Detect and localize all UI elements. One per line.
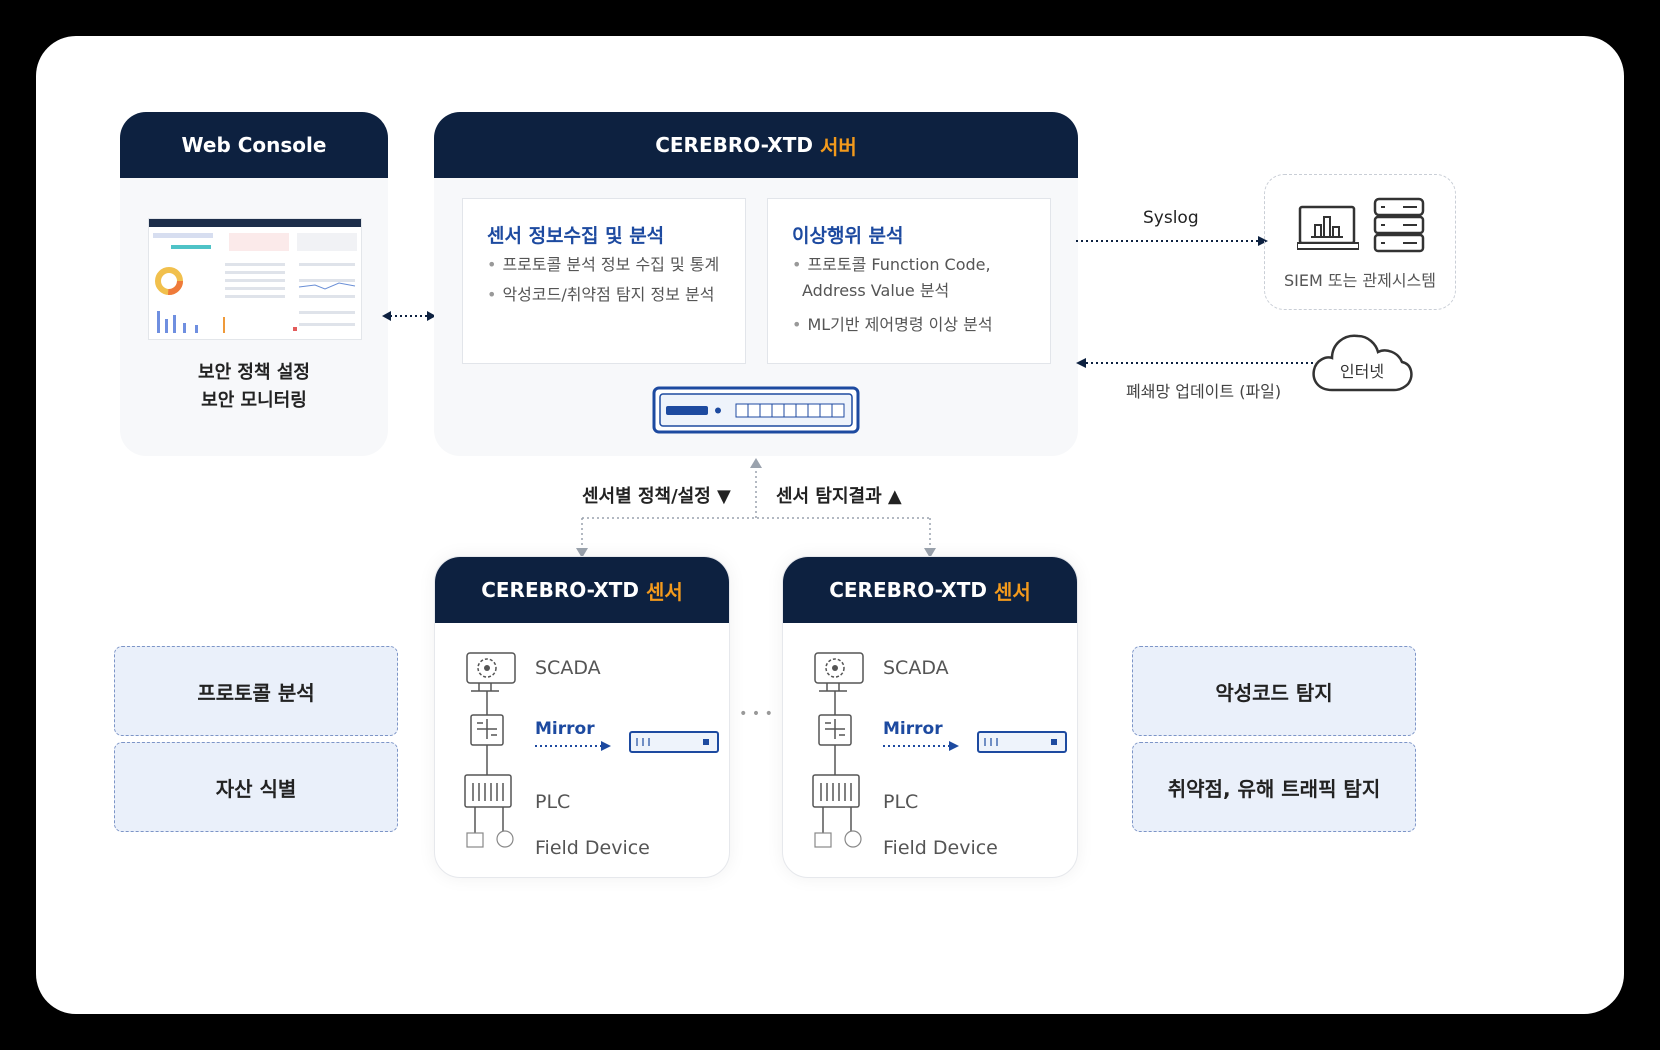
sensor-2-plc-label: PLC (883, 791, 919, 813)
sensor-info-card-title: 센서 정보수집 및 분석 (487, 225, 665, 247)
offline-update-arrow (1076, 358, 1316, 368)
policy-config-flow-label: 센서별 정책/설정 ▼ (582, 486, 731, 507)
dashboard-thumbnail (148, 218, 362, 340)
web-console-caption-policy: 보안 정책 설정 (198, 362, 310, 383)
syslog-arrow (1076, 236, 1268, 246)
anomaly-card-title: 이상행위 분석 (792, 225, 904, 247)
sensor-2-title: CEREBRO-XTD 센서 (783, 557, 1077, 623)
sensor-1-device-chain (464, 652, 516, 848)
more-sensors-ellipsis: • • • (739, 706, 773, 722)
monitor-chart-icon (1297, 205, 1359, 250)
feature-protocol-analysis: 프로토콜 분석 (114, 646, 398, 736)
sensor-2-scada-label: SCADA (883, 657, 949, 679)
web-console-panel: Web Console 보안 정책 설정 보안 모니터링 (120, 112, 388, 456)
server-title: CEREBRO-XTD 서버 (434, 112, 1078, 178)
feature-vuln-traffic-detection: 취약점, 유해 트래픽 탐지 (1132, 742, 1416, 832)
diagram-frame: Web Console 보안 정책 설정 보안 모니터링 CEREBRO-XTD… (36, 36, 1624, 1014)
siem-label: SIEM 또는 관제시스템 (1283, 271, 1436, 290)
anomaly-bullet-2: • ML기반 제어명령 이상 분석 (792, 315, 993, 334)
internet-label: 인터넷 (1339, 362, 1385, 381)
web-console-caption-monitoring: 보안 모니터링 (201, 390, 307, 411)
sensor-2-title-main: CEREBRO-XTD (829, 578, 987, 602)
offline-update-label: 폐쇄망 업데이트 (파일) (1126, 382, 1282, 401)
sensor-panel-2: CEREBRO-XTD 센서 SCADA Mirror PLC Field De… (782, 556, 1078, 878)
sensor-1-title-accent: 센서 (645, 579, 683, 604)
sensor-2-mirror-label: Mirror (883, 719, 943, 739)
sensor-info-card: 센서 정보수집 및 분석 • 프로토콜 분석 정보 수집 및 통계 • 악성코드/취… (462, 198, 746, 364)
console-server-arrow (382, 311, 436, 321)
sensor-2-field-device-label: Field Device (883, 837, 998, 859)
sensor-2-appliance-icon (977, 731, 1067, 753)
server-panel: CEREBRO-XTD 서버 센서 정보수집 및 분석 • 프로토콜 분석 정보 … (434, 112, 1078, 456)
sensor-info-bullet-1: • 프로토콜 분석 정보 수집 및 통계 (487, 255, 720, 274)
server-appliance-icon (652, 386, 860, 434)
sensor-1-title-main: CEREBRO-XTD (481, 578, 639, 602)
detection-result-flow-label: 센서 탐지결과 ▲ (776, 486, 902, 507)
server-title-accent: 서버 (819, 134, 857, 159)
sensor-1-mirror-arrow (535, 741, 611, 751)
anomaly-card: 이상행위 분석 • 프로토콜 Function Code, Address Val… (767, 198, 1051, 364)
siem-box: SIEM 또는 관제시스템 (1264, 174, 1456, 310)
feature-asset-identification: 자산 식별 (114, 742, 398, 832)
sensor-2-title-accent: 센서 (993, 579, 1031, 604)
anomaly-bullet-1: • 프로토콜 Function Code, (792, 255, 991, 274)
feature-malware-detection: 악성코드 탐지 (1132, 646, 1416, 736)
syslog-label: Syslog (1143, 208, 1199, 228)
sensor-1-title: CEREBRO-XTD 센서 (435, 557, 729, 623)
sensor-1-mirror-label: Mirror (535, 719, 595, 739)
server-rack-icon (1373, 197, 1425, 253)
server-sensor-flow-lines (576, 458, 936, 558)
sensor-panel-1: CEREBRO-XTD 센서 SCADA Mirror PLC Field De… (434, 556, 730, 878)
sensor-1-field-device-label: Field Device (535, 837, 650, 859)
sensor-2-device-chain (812, 652, 864, 848)
anomaly-bullet-1-cont: Address Value 분석 (802, 281, 950, 300)
sensor-1-plc-label: PLC (535, 791, 571, 813)
sensor-info-bullet-2: • 악성코드/취약점 탐지 정보 분석 (487, 285, 715, 304)
sensor-2-mirror-arrow (883, 741, 959, 751)
sensor-1-scada-label: SCADA (535, 657, 601, 679)
sensor-1-appliance-icon (629, 731, 719, 753)
dashboard-thumbnail-graphic (149, 219, 361, 333)
web-console-title: Web Console (120, 112, 388, 178)
server-title-main: CEREBRO-XTD (655, 133, 813, 157)
